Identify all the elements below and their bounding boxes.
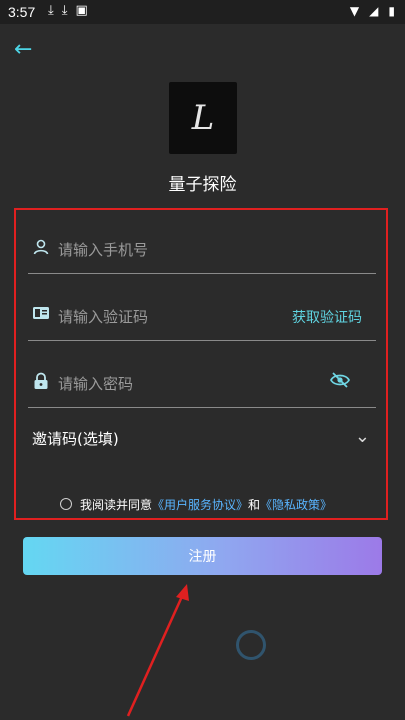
agree-radio[interactable] xyxy=(60,498,72,510)
chevron-down-icon: ⌄ xyxy=(354,426,370,447)
agreement-prefix: 我阅读并同意 xyxy=(80,497,153,512)
privacy-policy-link[interactable]: 《隐私政策》 xyxy=(260,496,332,513)
divider xyxy=(28,407,376,408)
battery-icon: ▮ xyxy=(388,4,395,18)
back-arrow-icon[interactable]: ← xyxy=(14,38,38,62)
notification-icons: ⤓ ⤓ ▣ xyxy=(48,3,88,18)
password-input[interactable] xyxy=(56,368,310,400)
watermark-logo xyxy=(236,630,356,666)
invite-code-label: 邀请码(选填) xyxy=(32,430,119,448)
phone-input[interactable] xyxy=(56,234,310,266)
status-bar: 3:57 ⤓ ⤓ ▣ ▼ ◢ ▮ xyxy=(0,0,405,24)
agreement-row: 我阅读并同意 《用户服务协议》 和 《隐私政策》 xyxy=(60,494,360,514)
divider xyxy=(28,340,376,341)
password-field xyxy=(28,364,376,408)
user-icon xyxy=(30,238,52,260)
get-code-button[interactable]: 获取验证码 xyxy=(292,307,362,327)
signal-icon: ◢ xyxy=(369,4,379,18)
logo-letter: L xyxy=(191,98,215,138)
system-icons: ▼ ◢ ▮ xyxy=(350,4,395,18)
agreement-conjunction: 和 xyxy=(248,497,261,512)
download-icon: ⤓ xyxy=(48,3,54,18)
wifi-icon: ▼ xyxy=(349,4,360,18)
image-icon: ▣ xyxy=(75,3,88,18)
lock-icon xyxy=(30,372,52,394)
app-logo: L xyxy=(169,82,237,154)
code-field: 获取验证码 xyxy=(28,297,376,341)
status-time: 3:57 xyxy=(8,4,36,20)
invite-code-dropdown[interactable]: 邀请码(选填) ⌄ xyxy=(32,424,376,454)
id-card-icon xyxy=(30,305,52,327)
app-name: 量子探险 xyxy=(168,175,237,195)
watermark-circle-icon xyxy=(236,630,266,660)
code-input[interactable] xyxy=(56,301,310,333)
download-icon: ⤓ xyxy=(61,3,68,18)
app-bar: ← xyxy=(0,24,405,74)
eye-off-icon[interactable] xyxy=(328,372,352,394)
divider xyxy=(28,273,376,274)
phone-field xyxy=(28,230,376,274)
user-agreement-link[interactable]: 《用户服务协议》 xyxy=(152,496,248,513)
register-button[interactable]: 注册 xyxy=(23,537,382,575)
